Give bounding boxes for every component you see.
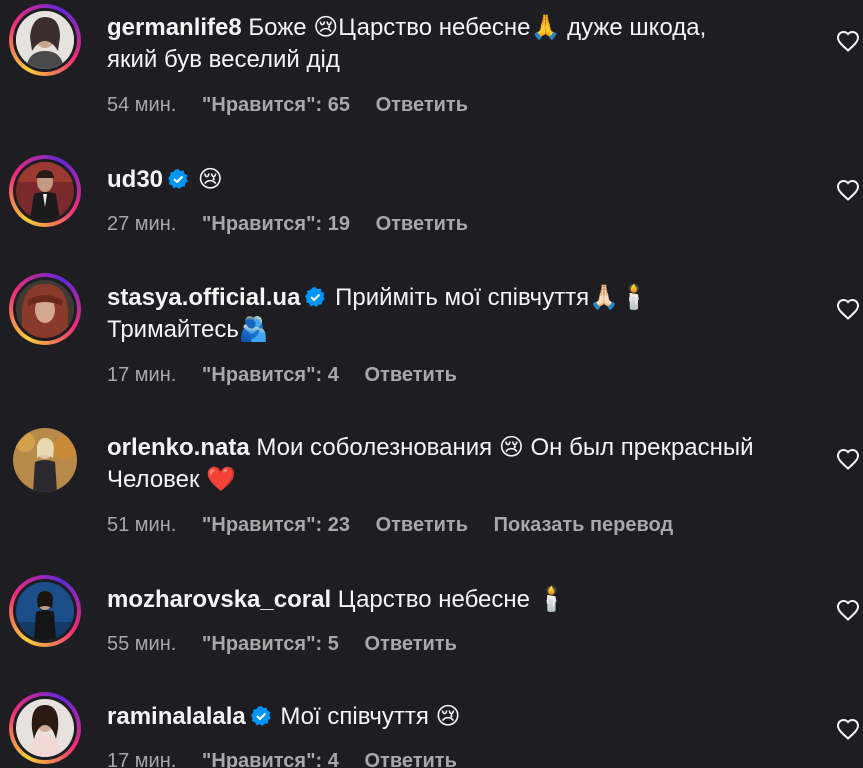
comment-time: 55 мин. [107,633,177,655]
comment-time: 17 мин. [107,364,177,386]
heart-outline-icon[interactable] [836,718,860,740]
avatar [16,280,74,338]
username-link[interactable]: germanlife8 [107,14,242,41]
avatar-story-ring[interactable] [9,4,81,76]
avatar-story-ring[interactable] [9,692,81,764]
likes-count[interactable]: "Нравится": 23 [202,514,350,536]
heart-outline-icon[interactable] [836,30,860,52]
show-translation-button[interactable]: Показать перевод [494,514,674,536]
avatar[interactable] [9,424,81,496]
avatar [16,11,74,69]
reply-button[interactable]: Ответить [364,364,456,386]
avatar-image [13,428,77,492]
avatar-story-ring[interactable] [9,273,81,345]
heart-outline-icon[interactable] [836,599,860,621]
username-link[interactable]: mozharovska_coral [107,586,331,613]
verified-badge-icon [168,169,188,189]
comment-text-line2: Тримайтесь🫂 [107,316,269,343]
heart-outline-icon[interactable] [836,448,860,470]
comment-time: 51 мин. [107,514,177,536]
likes-count[interactable]: "Нравится": 4 [202,750,339,768]
avatar-story-ring[interactable] [9,575,81,647]
username-link[interactable]: ud30 [107,166,163,193]
comment-text-line2: Человек ❤️ [107,466,237,493]
heart-outline-icon[interactable] [836,298,860,320]
comment-text: Прийміть мої співчуття🙏🏻🕯️ [335,284,649,311]
verified-badge-icon [305,287,326,307]
reply-button[interactable]: Ответить [364,633,456,655]
verified-badge-icon [250,706,271,726]
comment-time: 54 мин. [107,94,177,116]
likes-count[interactable]: "Нравится": 5 [202,633,339,655]
comment-time: 17 мин. [107,750,177,768]
reply-button[interactable]: Ответить [376,514,468,536]
comment-text-line2: який був веселий дід [107,46,340,73]
username-link[interactable]: orlenko.nata [107,434,250,461]
reply-button[interactable]: Ответить [376,94,468,116]
heart-outline-icon[interactable] [836,179,860,201]
comment-text: Боже 😢Царство небесне🙏 дуже шкода, [248,14,707,41]
username-link[interactable]: raminalalala [107,703,246,730]
reply-button[interactable]: Ответить [364,750,456,768]
avatar [16,699,74,757]
avatar [16,582,74,640]
avatar [16,162,74,220]
avatar-story-ring[interactable] [9,155,81,227]
comment-text: Царство небесне 🕯️ [337,586,567,613]
likes-count[interactable]: "Нравится": 65 [202,94,350,116]
reply-button[interactable]: Ответить [376,213,468,235]
comment-text: Мои соболезнования 😢 Он был прекрасный [256,434,754,461]
username-link[interactable]: stasya.official.ua [107,284,300,311]
comment-time: 27 мин. [107,213,177,235]
likes-count[interactable]: "Нравится": 4 [202,364,339,386]
comment-text: 😢 [197,166,223,193]
comment-text: Мої співчуття 😢 [280,703,461,730]
likes-count[interactable]: "Нравится": 19 [202,213,350,235]
